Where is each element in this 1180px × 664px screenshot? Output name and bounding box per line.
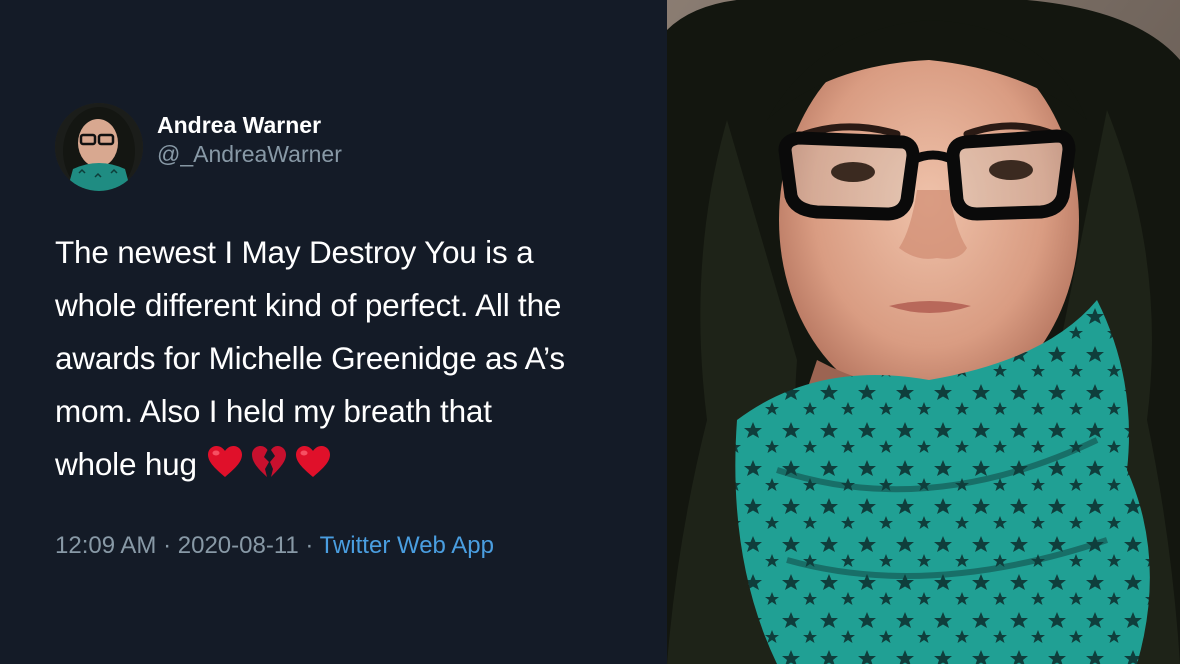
tweet-text-line: mom. Also I held my breath that bbox=[55, 393, 492, 429]
tweet-meta: 12:09 AM · 2020-08-11 · Twitter Web App bbox=[55, 530, 494, 562]
tweet-text-line: whole hug bbox=[55, 446, 197, 482]
red-heart-icon bbox=[207, 446, 242, 477]
tweet-card: Andrea Warner @_AndreaWarner The newest … bbox=[0, 0, 667, 664]
tweet-time[interactable]: 12:09 AM bbox=[55, 532, 156, 559]
tweet-text-line: awards for Michelle Greenidge as A’s bbox=[55, 340, 565, 376]
author-photo bbox=[667, 0, 1180, 664]
display-name[interactable]: Andrea Warner bbox=[157, 111, 342, 139]
broken-heart-icon bbox=[251, 446, 286, 477]
portrait-image bbox=[667, 0, 1180, 664]
user-handle[interactable]: @_AndreaWarner bbox=[157, 139, 342, 169]
tweet-date[interactable]: 2020-08-11 bbox=[178, 532, 299, 559]
tweet-text-line: whole different kind of perfect. All the bbox=[55, 287, 562, 323]
tweet-source-link[interactable]: Twitter Web App bbox=[320, 532, 494, 559]
author-text: Andrea Warner @_AndreaWarner bbox=[157, 111, 342, 169]
tweet-text: The newest I May Destroy You is a whole … bbox=[55, 226, 655, 491]
tweet-text-last-line: whole hug bbox=[55, 438, 655, 491]
avatar[interactable] bbox=[55, 103, 143, 191]
tweet-author: Andrea Warner @_AndreaWarner bbox=[55, 103, 342, 191]
tweet-text-line: The newest I May Destroy You is a bbox=[55, 234, 534, 270]
meta-separator: · bbox=[305, 532, 314, 559]
red-heart-icon bbox=[295, 446, 330, 477]
meta-separator: · bbox=[163, 532, 172, 559]
emoji-group bbox=[207, 445, 339, 479]
